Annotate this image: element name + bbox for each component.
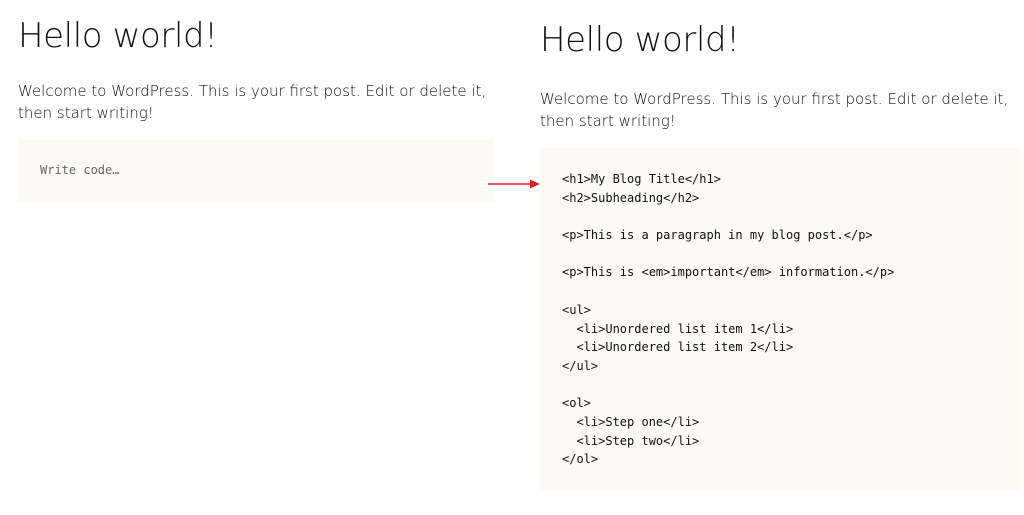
code-line: <p>This is a paragraph in my blog post.<… [562,228,873,243]
code-line: <h1>My Blog Title</h1> [562,172,721,186]
post-intro-line-1: Welcome to WordPress. This is your first… [540,90,1009,108]
code-line: <li>Step two</li> [562,433,700,448]
code-line: <ol> [562,396,591,411]
code-line: <p>This is <em>important</em> informatio… [562,265,895,280]
code-line: <li>Unordered list item 2</li> [562,340,794,355]
code-line: <li>Step one</li> [562,414,700,429]
post-title[interactable]: Hello world! [18,14,494,58]
code-block-editor[interactable]: Write code… [18,140,494,202]
code-line: <h2>Subheading</h2> [562,190,700,205]
right-arrow-icon [488,179,540,189]
code-line: <ul> [562,302,591,317]
post-title: Hello world! [540,20,740,60]
preview-panel: Hello world! Welcome to WordPress. This … [540,18,1020,490]
code-line: <li>Unordered list item 1</li> [562,321,794,336]
editor-panel: Hello world! Welcome to WordPress. This … [18,14,494,202]
post-intro-line-2: then start writing! [540,112,676,130]
code-placeholder[interactable]: Write code… [40,162,472,178]
post-intro-line-2: then start writing! [18,104,154,122]
code-line: </ul> [562,358,599,373]
post-intro-line-1: Welcome to WordPress. This is your first… [18,82,487,100]
code-block[interactable]: <h1>My Blog Title</h1> <h2>Subheading</h2… [540,148,1020,490]
post-intro[interactable]: Welcome to WordPress. This is your first… [18,80,494,124]
post-intro: Welcome to WordPress. This is your first… [540,88,1020,132]
code-line: </ol> [562,452,599,467]
